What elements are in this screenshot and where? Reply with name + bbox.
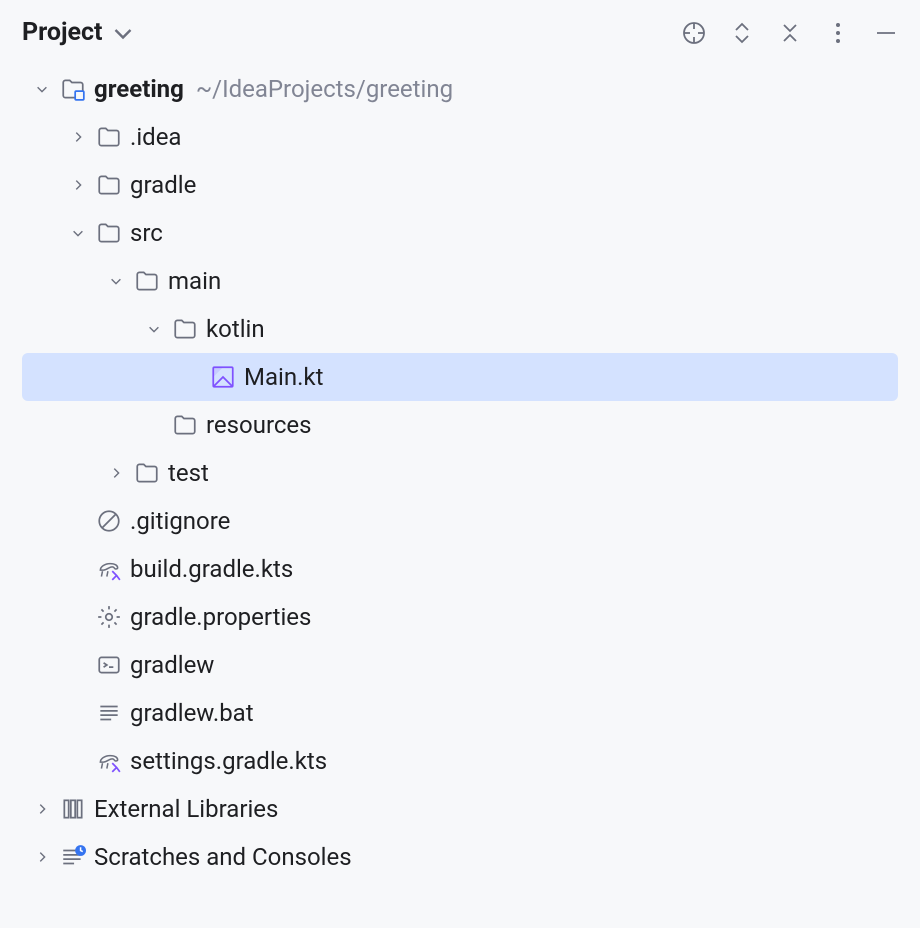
tree-node-scratches[interactable]: Scratches and Consoles <box>0 833 920 881</box>
panel-header: Project <box>0 0 920 65</box>
gradle-kts-icon <box>96 748 122 774</box>
tree-node-gradle-properties[interactable]: gradle.properties <box>0 593 920 641</box>
folder-icon <box>96 220 122 246</box>
node-label: settings.gradle.kts <box>130 747 327 775</box>
library-icon <box>60 796 86 822</box>
node-label: External Libraries <box>94 795 278 823</box>
tree-node-gradle[interactable]: gradle <box>0 161 920 209</box>
node-label: gradlew <box>130 651 214 679</box>
more-options-icon[interactable] <box>826 21 850 45</box>
node-label: gradle.properties <box>130 603 311 631</box>
panel-title-group[interactable]: Project <box>22 18 135 47</box>
project-tree: greeting ~/IdeaProjects/greeting .idea g… <box>0 65 920 928</box>
node-label: greeting <box>94 75 184 103</box>
collapse-all-icon[interactable] <box>778 21 802 45</box>
node-label: .idea <box>130 123 181 151</box>
node-label: .gitignore <box>130 507 230 535</box>
tree-node-gradlew-bat[interactable]: gradlew.bat <box>0 689 920 737</box>
gear-icon <box>96 604 122 630</box>
folder-icon <box>172 316 198 342</box>
tree-node-settings-gradle[interactable]: settings.gradle.kts <box>0 737 920 785</box>
tree-node-test[interactable]: test <box>0 449 920 497</box>
node-label: test <box>168 459 209 487</box>
tree-node-main-kt[interactable]: Main.kt <box>22 353 898 401</box>
node-label: src <box>130 219 163 247</box>
tree-node-idea[interactable]: .idea <box>0 113 920 161</box>
panel-toolbar <box>682 21 898 45</box>
tree-node-build-gradle[interactable]: build.gradle.kts <box>0 545 920 593</box>
project-folder-icon <box>60 76 86 102</box>
tree-node-kotlin[interactable]: kotlin <box>0 305 920 353</box>
node-label: Scratches and Consoles <box>94 843 352 871</box>
chevron-right-icon[interactable] <box>70 129 86 145</box>
tree-node-resources[interactable]: resources <box>0 401 920 449</box>
project-panel: Project <box>0 0 920 928</box>
tree-node-gitignore[interactable]: .gitignore <box>0 497 920 545</box>
node-label: main <box>168 267 221 295</box>
folder-icon <box>172 412 198 438</box>
node-label: kotlin <box>206 315 265 343</box>
gradle-kts-icon <box>96 556 122 582</box>
ignore-file-icon <box>96 508 122 534</box>
chevron-right-icon[interactable] <box>34 801 50 817</box>
node-label: gradle <box>130 171 196 199</box>
node-label: gradlew.bat <box>130 699 254 727</box>
folder-icon <box>134 460 160 486</box>
chevron-right-icon[interactable] <box>108 465 124 481</box>
tree-node-gradlew[interactable]: gradlew <box>0 641 920 689</box>
text-file-icon <box>96 700 122 726</box>
node-path: ~/IdeaProjects/greeting <box>196 75 453 103</box>
chevron-right-icon[interactable] <box>70 177 86 193</box>
folder-icon <box>96 124 122 150</box>
folder-icon <box>96 172 122 198</box>
node-label: resources <box>206 411 312 439</box>
chevron-right-icon[interactable] <box>34 849 50 865</box>
chevron-down-icon[interactable] <box>108 273 124 289</box>
chevron-down-icon[interactable] <box>146 321 162 337</box>
tree-node-external-libraries[interactable]: External Libraries <box>0 785 920 833</box>
shell-script-icon <box>96 652 122 678</box>
chevron-down-icon[interactable] <box>34 81 50 97</box>
scratches-icon <box>60 844 86 870</box>
minimize-icon[interactable] <box>874 21 898 45</box>
chevron-down-icon <box>111 21 135 45</box>
folder-icon <box>134 268 160 294</box>
kotlin-file-icon <box>210 364 236 390</box>
node-label: build.gradle.kts <box>130 555 293 583</box>
select-opened-file-icon[interactable] <box>682 21 706 45</box>
chevron-down-icon[interactable] <box>70 225 86 241</box>
tree-node-src[interactable]: src <box>0 209 920 257</box>
panel-title: Project <box>22 18 103 47</box>
node-label: Main.kt <box>244 363 323 391</box>
tree-node-main[interactable]: main <box>0 257 920 305</box>
expand-collapse-icon[interactable] <box>730 21 754 45</box>
tree-node-root[interactable]: greeting ~/IdeaProjects/greeting <box>0 65 920 113</box>
